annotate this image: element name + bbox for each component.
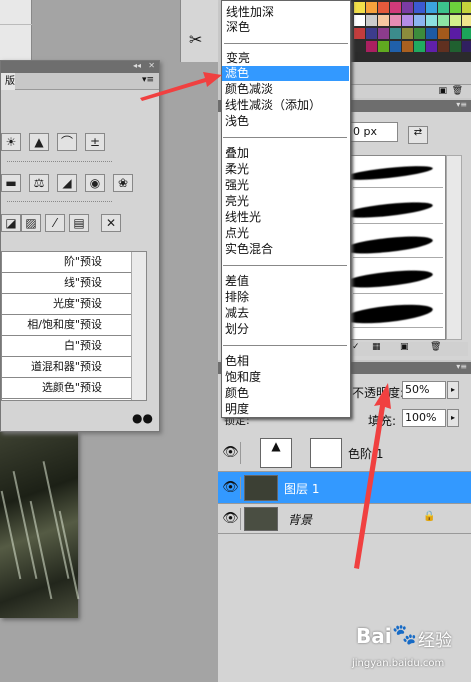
watermark-brand-2: 经验 bbox=[418, 631, 452, 651]
arrow-to-opacity bbox=[354, 383, 391, 569]
watermark-url: jingyan.baidu.com bbox=[352, 658, 445, 669]
watermark-brand: Bai bbox=[356, 624, 392, 648]
paw-icon: 🐾 bbox=[392, 622, 417, 646]
annotation-arrows bbox=[140, 72, 391, 569]
arrow-to-screen bbox=[140, 72, 222, 101]
watermark: Bai 🐾 经验 jingyan.baidu.com bbox=[352, 622, 467, 678]
